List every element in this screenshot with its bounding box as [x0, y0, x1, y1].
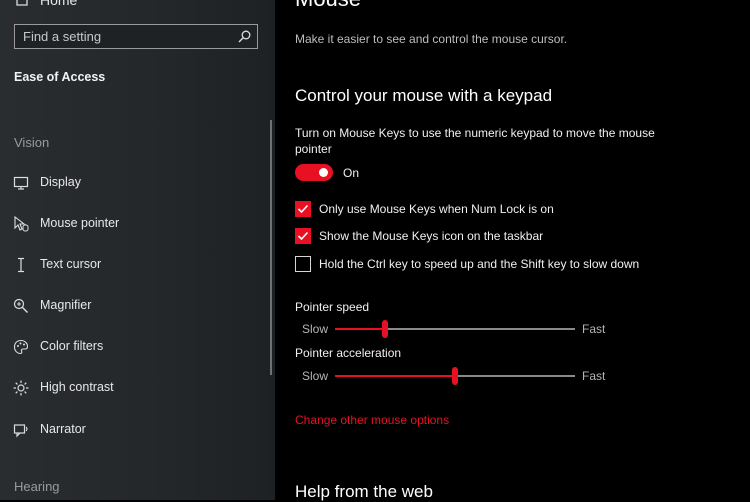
taskbar-icon-checkbox[interactable]	[295, 228, 311, 244]
slider-max-label: Fast	[582, 369, 606, 383]
mouse-pointer-icon	[14, 216, 29, 232]
slider-min-label: Slow	[302, 369, 329, 383]
home-link[interactable]: Home	[40, 0, 77, 8]
sidebar-item-label: Narrator	[40, 422, 86, 436]
sidebar-item-label: Color filters	[40, 339, 104, 353]
pointer-acceleration-title: Pointer acceleration	[295, 346, 402, 360]
toggle-knob	[319, 168, 328, 177]
checkmark-icon	[297, 204, 309, 214]
sidebar-item-mouse-pointer[interactable]: Mouse pointer	[0, 209, 270, 239]
sidebar-item-label: Magnifier	[40, 298, 92, 312]
sidebar-item-narrator[interactable]: Narrator	[0, 415, 270, 445]
slider-track[interactable]	[335, 367, 575, 385]
checkmark-icon	[297, 231, 309, 241]
page-title: Mouse	[295, 0, 361, 12]
mouse-keys-description: Turn on Mouse Keys to use the numeric ke…	[295, 126, 655, 156]
page-description: Make it easier to see and control the mo…	[295, 32, 568, 46]
sidebar-item-display[interactable]: Display	[0, 168, 270, 198]
sidebar-item-label: Display	[40, 175, 81, 189]
toggle-state-label: On	[343, 166, 360, 180]
high-contrast-icon	[13, 380, 29, 396]
sidebar-item-text-cursor[interactable]: Text cursor	[0, 250, 270, 280]
slider-fill	[335, 375, 455, 377]
pointer-speed-title: Pointer speed	[295, 300, 370, 314]
num-lock-checkbox[interactable]	[295, 201, 311, 217]
search-box[interactable]	[14, 24, 258, 49]
slider-max-label: Fast	[582, 322, 606, 336]
sidebar-item-magnifier[interactable]: Magnifier	[0, 291, 270, 321]
checkbox-label: Show the Mouse Keys icon on the taskbar	[319, 229, 544, 243]
home-icon	[16, 0, 28, 6]
color-filters-icon	[13, 339, 29, 355]
sidebar: Home Ease of Access Vision Display Mouse…	[0, 0, 275, 500]
sidebar-item-high-contrast[interactable]: High contrast	[0, 373, 270, 403]
narrator-icon	[13, 424, 28, 438]
pointer-acceleration-slider[interactable]: Slow Fast	[295, 366, 625, 386]
keypad-heading: Control your mouse with a keypad	[295, 86, 553, 105]
sidebar-item-label: Mouse pointer	[40, 216, 120, 230]
group-label-hearing: Hearing	[14, 479, 60, 494]
sidebar-item-label: Text cursor	[40, 257, 102, 271]
main-content: Mouse Make it easier to see and control …	[275, 0, 750, 501]
pointer-speed-slider[interactable]: Slow Fast	[295, 319, 625, 339]
monitor-icon	[13, 176, 29, 190]
search-input[interactable]	[23, 28, 233, 45]
sidebar-item-color-filters[interactable]: Color filters	[0, 332, 270, 362]
ctrl-shift-checkbox[interactable]	[295, 256, 311, 272]
help-heading: Help from the web	[295, 482, 433, 501]
sidebar-item-label: High contrast	[40, 380, 114, 394]
magnifier-icon	[13, 298, 28, 313]
search-icon[interactable]	[238, 30, 251, 43]
change-mouse-options-link[interactable]: Change other mouse options	[295, 413, 449, 427]
slider-thumb[interactable]	[452, 367, 458, 385]
sidebar-scrollbar[interactable]	[270, 120, 272, 375]
mouse-keys-toggle[interactable]	[295, 164, 333, 181]
slider-thumb[interactable]	[382, 320, 389, 338]
checkbox-label: Only use Mouse Keys when Num Lock is on	[319, 202, 554, 216]
section-title: Ease of Access	[14, 70, 106, 84]
slider-fill	[335, 328, 386, 330]
text-cursor-icon	[18, 257, 24, 273]
slider-min-label: Slow	[302, 322, 329, 336]
slider-track[interactable]	[335, 320, 575, 338]
checkbox-label: Hold the Ctrl key to speed up and the Sh…	[319, 257, 640, 271]
group-label-vision: Vision	[14, 135, 50, 150]
